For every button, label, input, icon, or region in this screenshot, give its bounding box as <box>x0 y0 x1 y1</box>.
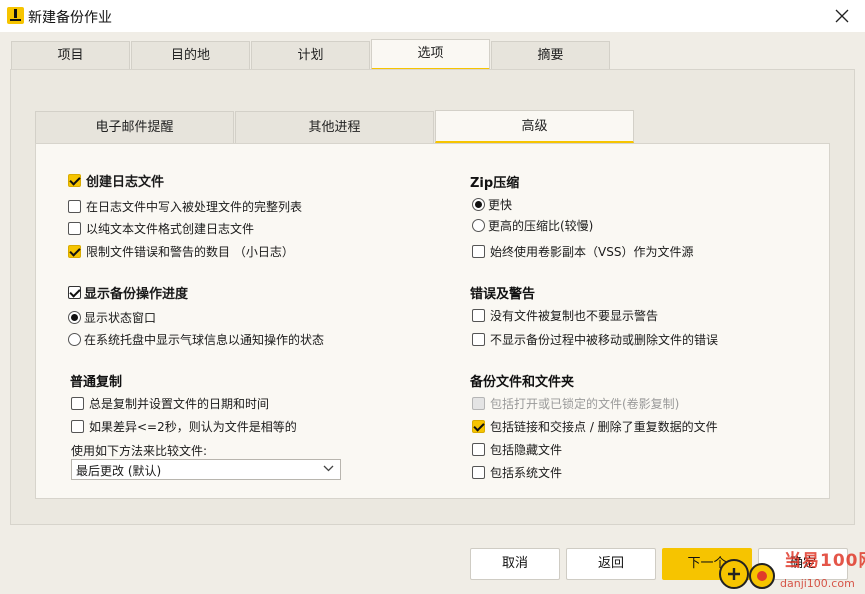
checkbox-unchecked[interactable] <box>68 199 81 213</box>
radio-label: 显示状态窗口 <box>84 310 157 325</box>
errors-heading: 错误及警告 <box>470 287 536 302</box>
checkbox-checked[interactable] <box>68 244 81 258</box>
checkbox-label: 包括隐藏文件 <box>490 442 563 457</box>
window-title: 新建备份作业 <box>28 10 112 26</box>
radio-selected[interactable] <box>68 310 81 324</box>
checkbox-label: 以纯文本文件格式创建日志文件 <box>86 221 255 236</box>
checkbox-unchecked[interactable] <box>71 396 84 410</box>
checkbox-label: 没有文件被复制也不要显示警告 <box>490 308 659 323</box>
close-icon <box>835 9 849 23</box>
subtab-other-processes[interactable]: 其他进程 <box>235 111 434 143</box>
checkbox-label: 不显示备份过程中被移动或删除文件的错误 <box>490 332 719 347</box>
tab-summary[interactable]: 摘要 <box>491 41 610 70</box>
show-status-window-radio[interactable]: 显示状态窗口 <box>68 308 156 326</box>
tab-label: 选项 <box>417 46 444 61</box>
checkbox-label: 创建日志文件 <box>86 174 165 190</box>
no-error-moved-checkbox[interactable]: 不显示备份过程中被移动或删除文件的错误 <box>472 330 718 348</box>
subtab-email-alerts[interactable]: 电子邮件提醒 <box>35 111 234 143</box>
limit-errors-checkbox[interactable]: 限制文件错误和警告的数目 （小日志） <box>68 242 294 260</box>
cancel-button[interactable]: 取消 <box>470 548 560 580</box>
radio-selected[interactable] <box>472 197 485 211</box>
backup-files-heading: 备份文件和文件夹 <box>470 375 575 390</box>
tab-destination[interactable]: 目的地 <box>131 41 250 70</box>
subtab-label: 其他进程 <box>308 120 361 135</box>
zip-higher-ratio-radio[interactable]: 更高的压缩比(较慢) <box>472 216 593 234</box>
checkbox-label: 在日志文件中写入被处理文件的完整列表 <box>86 199 303 214</box>
select-value: 最后更改 (默认) <box>76 464 162 478</box>
checkbox-label: 包括链接和交接点 / 删除了重复数据的文件 <box>490 419 718 434</box>
button-label: 取消 <box>501 556 528 571</box>
checkbox-unchecked[interactable] <box>472 244 485 258</box>
compare-method-label: 使用如下方法来比较文件: <box>71 444 208 458</box>
checkbox-label: 显示备份操作进度 <box>84 286 189 302</box>
checkbox-label: 始终使用卷影副本（VSS）作为文件源 <box>490 244 694 259</box>
tab-items[interactable]: 项目 <box>11 41 130 70</box>
button-label: 返回 <box>597 556 624 571</box>
tab-schedule[interactable]: 计划 <box>251 41 370 70</box>
site-watermark: 当易100网 danji100.com <box>716 544 865 594</box>
checkbox-checked[interactable] <box>68 285 81 299</box>
title-bar: 新建备份作业 <box>0 0 865 32</box>
always-set-date-checkbox[interactable]: 总是复制并设置文件的日期和时间 <box>71 394 269 412</box>
checkbox-unchecked[interactable] <box>472 308 485 322</box>
checkbox-label: 总是复制并设置文件的日期和时间 <box>89 396 270 411</box>
tab-label: 目的地 <box>170 48 210 63</box>
tab-label: 摘要 <box>537 48 564 63</box>
checkbox-unchecked[interactable] <box>472 465 485 479</box>
zip-heading: Zip压缩 <box>470 176 520 191</box>
no-warning-checkbox[interactable]: 没有文件被复制也不要显示警告 <box>472 306 658 324</box>
checkbox-label: 限制文件错误和警告的数目 （小日志） <box>86 244 294 259</box>
subtab-label: 高级 <box>521 119 548 134</box>
radio-label: 更快 <box>488 197 513 212</box>
app-download-icon <box>7 7 24 24</box>
compare-method-select[interactable]: 最后更改 (默认) <box>71 459 341 480</box>
write-full-list-checkbox[interactable]: 在日志文件中写入被处理文件的完整列表 <box>68 197 302 215</box>
checkbox-checked[interactable] <box>68 173 81 187</box>
checkbox-disabled <box>472 396 485 410</box>
always-vss-checkbox[interactable]: 始终使用卷影副本（VSS）作为文件源 <box>472 242 693 260</box>
show-tray-balloon-radio[interactable]: 在系统托盘中显示气球信息以通知操作的状态 <box>68 330 324 348</box>
include-system-checkbox[interactable]: 包括系统文件 <box>472 463 562 481</box>
tab-options[interactable]: 选项 <box>371 39 490 70</box>
watermark-url: danji100.com <box>780 577 855 590</box>
radio-unselected[interactable] <box>68 332 81 346</box>
include-hidden-checkbox[interactable]: 包括隐藏文件 <box>472 440 562 458</box>
tab-label: 计划 <box>297 48 324 63</box>
checkbox-unchecked[interactable] <box>472 332 485 346</box>
radio-label: 在系统托盘中显示气球信息以通知操作的状态 <box>84 332 325 347</box>
subtab-label: 电子邮件提醒 <box>95 120 174 135</box>
include-links-checkbox[interactable]: 包括链接和交接点 / 删除了重复数据的文件 <box>472 417 718 435</box>
radio-label: 更高的压缩比(较慢) <box>488 218 594 233</box>
tab-label: 项目 <box>57 48 84 63</box>
diff-equal-checkbox[interactable]: 如果差异<=2秒，则认为文件是相等的 <box>71 417 297 435</box>
create-log-checkbox[interactable]: 创建日志文件 <box>68 171 165 190</box>
checkbox-checked[interactable] <box>472 419 485 433</box>
chevron-down-icon <box>323 465 334 472</box>
normal-copy-heading: 普通复制 <box>70 375 123 390</box>
checkbox-unchecked[interactable] <box>472 442 485 456</box>
zip-faster-radio[interactable]: 更快 <box>472 195 512 213</box>
checkbox-label: 如果差异<=2秒，则认为文件是相等的 <box>89 419 297 434</box>
checkbox-label: 包括系统文件 <box>490 465 563 480</box>
checkbox-unchecked[interactable] <box>71 419 84 433</box>
subtab-advanced[interactable]: 高级 <box>435 110 634 143</box>
watermark-logo-icon <box>719 559 775 589</box>
plain-text-log-checkbox[interactable]: 以纯文本文件格式创建日志文件 <box>68 219 254 237</box>
radio-unselected[interactable] <box>472 218 485 232</box>
close-button[interactable] <box>819 0 865 32</box>
watermark-brand: 当易100网 <box>784 551 865 571</box>
show-progress-checkbox[interactable]: 显示备份操作进度 <box>68 283 189 302</box>
checkbox-label: 包括打开或已锁定的文件(卷影复制) <box>490 396 680 411</box>
include-open-locked-checkbox: 包括打开或已锁定的文件(卷影复制) <box>472 394 679 412</box>
checkbox-unchecked[interactable] <box>68 221 81 235</box>
back-button[interactable]: 返回 <box>566 548 656 580</box>
